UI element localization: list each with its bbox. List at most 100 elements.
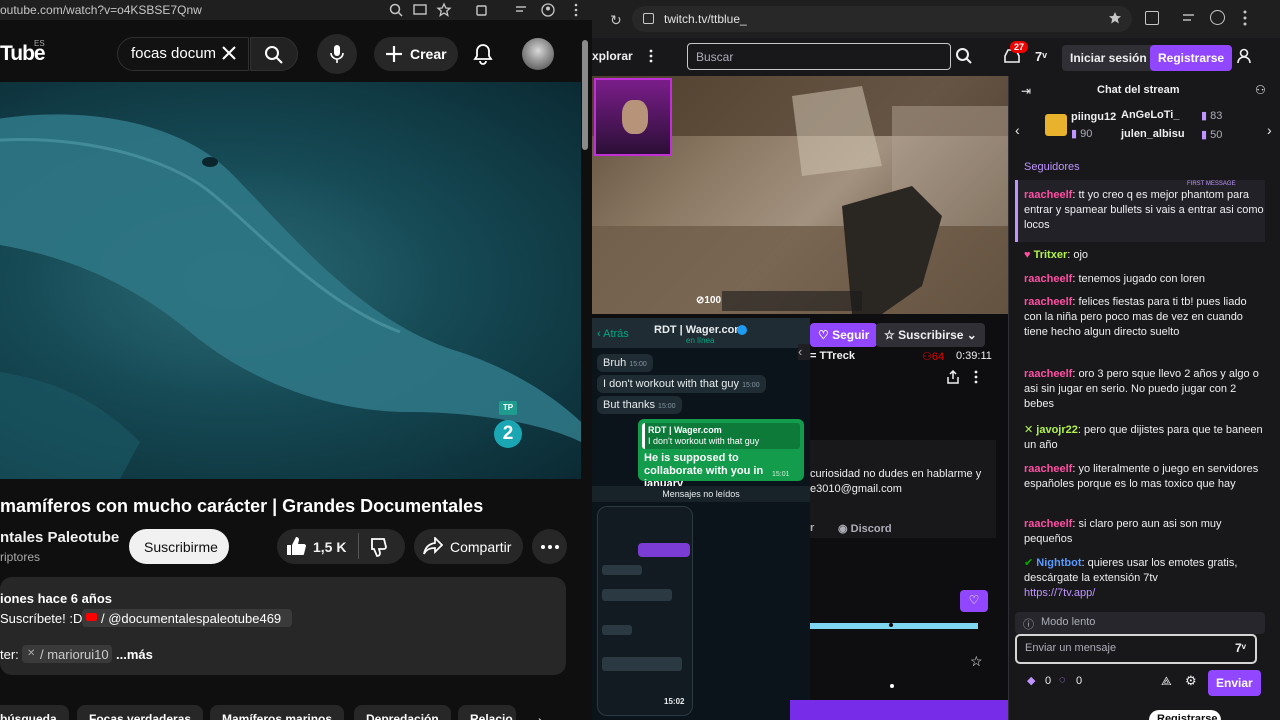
7tv-settings-icon[interactable]: ⟁ [1161, 674, 1172, 689]
site-info-icon[interactable] [643, 13, 654, 24]
carousel-dot[interactable] [890, 684, 894, 688]
gifter-name[interactable]: julen_albisu [1121, 128, 1185, 140]
signup-button[interactable]: Registrarse [1150, 45, 1233, 71]
phone-screenshot-thumbnail[interactable]: 15:02 [597, 506, 693, 716]
about-text-line: curiosidad no dudes en hablarme y [810, 468, 982, 480]
extensions-icon[interactable] [474, 2, 490, 18]
bits-icon[interactable]: ◆ [1027, 674, 1035, 687]
collapse-arrow[interactable]: ‹ [798, 344, 810, 360]
chevron-left-icon[interactable]: ‹ [1015, 122, 1020, 138]
youtube-url[interactable]: outube.com/watch?v=o4KSBSE7Qnw [0, 3, 202, 17]
channel-handle-link[interactable]: / @documentalespaleotube469 [101, 611, 281, 626]
bookmark-star-icon[interactable] [1107, 10, 1123, 26]
search-icon[interactable] [955, 47, 973, 65]
community-icon[interactable]: ⚇ [1255, 83, 1266, 97]
back-button[interactable]: ‹ Atrás [597, 328, 629, 340]
share-button[interactable]: Compartir [414, 529, 523, 564]
chrome-menu-icon[interactable] [1243, 10, 1247, 26]
notifications-bell-icon[interactable] [473, 43, 493, 65]
profile-icon[interactable] [540, 2, 556, 18]
channel-name[interactable]: ntales Paleotube [0, 529, 119, 546]
subscribe-button[interactable]: ☆ Suscribirse ⌄ [876, 323, 985, 347]
chat-username[interactable]: Tritxer [1034, 249, 1068, 261]
gear-icon[interactable]: ⚙ [1185, 673, 1197, 689]
chat-input-placeholder[interactable]: Enviar un mensaje [1025, 642, 1116, 654]
heart-button[interactable]: ♡ [960, 590, 988, 612]
chat-username[interactable]: Nightbot [1036, 557, 1081, 569]
chip-focas-verdaderas[interactable]: Focas verdaderas [77, 705, 204, 720]
search-button[interactable] [250, 37, 298, 71]
chat-link[interactable]: https://7tv.app/ [1024, 586, 1266, 601]
install-icon[interactable] [412, 2, 428, 18]
register-button-bottom[interactable]: Registrarse [1149, 710, 1221, 720]
login-button[interactable]: Iniciar sesión [1062, 45, 1155, 71]
streamer-face [622, 100, 648, 134]
zoom-icon[interactable] [388, 2, 404, 18]
stream-video-player[interactable]: ⊘100 [592, 76, 1008, 314]
contact-name[interactable]: RDT | Wager.com [654, 324, 744, 336]
stream-chat: ⇥ Chat del stream ⚇ ‹ piingu12 ▮ 90 AnGe… [1008, 76, 1280, 720]
7tv-icon[interactable]: 7ᵛ [1035, 49, 1047, 64]
gifter-count: ▮ 50 [1201, 129, 1223, 141]
media-control-icon[interactable] [1182, 11, 1198, 25]
gifter-name[interactable]: AnGeLoTi_ [1121, 109, 1179, 121]
avatar[interactable] [522, 38, 554, 70]
chat-username[interactable]: javojr22 [1036, 424, 1078, 436]
discord-link[interactable]: ◉ Discord [838, 522, 892, 535]
send-button[interactable]: Enviar [1208, 670, 1261, 696]
media-control-icon[interactable] [514, 2, 530, 18]
gifter-count-value: 83 [1210, 110, 1223, 122]
twitch-url[interactable]: twitch.tv/ttblue_ [664, 12, 747, 26]
extensions-icon[interactable] [1145, 11, 1159, 25]
dislike-icon[interactable] [369, 537, 389, 557]
bookmark-star-icon[interactable] [436, 2, 452, 18]
chevron-right-icon[interactable]: › [1267, 122, 1272, 138]
twitch-search-input[interactable]: Buscar [687, 43, 951, 70]
star-icon[interactable]: ☆ [970, 653, 983, 670]
search-input-value[interactable]: focas docum [131, 45, 216, 62]
chat-message: raacheelf: oro 3 pero sque llevo 2 años … [1024, 368, 1259, 410]
chevron-right-icon[interactable]: › [538, 712, 543, 720]
chat-username[interactable]: raacheelf [1024, 518, 1072, 530]
subscribe-button[interactable]: Suscribirme [129, 529, 229, 564]
twitter-handle-link[interactable]: / mariorui10 [40, 647, 109, 662]
description-more[interactable]: ...más [116, 647, 153, 662]
profile-icon[interactable] [1210, 10, 1225, 25]
chat-username[interactable]: raacheelf [1024, 273, 1072, 285]
scrollbar[interactable] [582, 40, 588, 150]
thumb-bubble [638, 543, 690, 557]
reload-icon[interactable]: ↻ [610, 12, 622, 29]
video-player[interactable] [0, 82, 581, 479]
panel-link[interactable]: r [810, 522, 814, 534]
gift-icon [1045, 114, 1067, 136]
like-count[interactable]: 1,5 K [313, 539, 346, 555]
collapse-chat-icon[interactable]: ⇥ [1021, 84, 1031, 98]
user-icon[interactable] [1237, 48, 1251, 64]
carousel-dot[interactable] [889, 623, 893, 627]
chrome-menu-icon[interactable] [568, 2, 584, 18]
like-icon[interactable] [285, 536, 307, 556]
7tv-emote-icon[interactable]: 7ᵛ [1235, 641, 1246, 655]
youtube-region: ES [34, 39, 45, 48]
back-label: Atrás [603, 328, 629, 340]
chat-username[interactable]: raacheelf [1024, 296, 1072, 308]
chip-depredacion[interactable]: Depredación [354, 705, 451, 720]
chip-busqueda[interactable]: búsqueda [0, 705, 69, 720]
gifter-name[interactable]: piingu12 [1071, 111, 1116, 123]
chat-username[interactable]: raacheelf [1024, 189, 1072, 201]
youtube-window: outube.com/watch?v=o4KSBSE7Qnw Tube ES f… [0, 0, 592, 720]
follow-button[interactable]: ♡ Seguir [810, 323, 878, 347]
chip-relacionados[interactable]: Relacio [458, 705, 516, 720]
more-options-icon[interactable] [974, 370, 978, 384]
voice-search-button[interactable] [317, 34, 357, 74]
channel-points-icon[interactable]: ◌ [1059, 674, 1066, 686]
more-actions-button[interactable] [532, 529, 567, 564]
chat-username[interactable]: raacheelf [1024, 463, 1072, 475]
chat-username[interactable]: raacheelf [1024, 368, 1072, 380]
chip-mamiferos-marinos[interactable]: Mamíferos marinos [210, 705, 345, 720]
share-icon[interactable] [947, 370, 959, 384]
explore-link[interactable]: xplorar [592, 49, 633, 63]
clear-search-icon[interactable] [221, 45, 237, 61]
streamer-tag[interactable]: = TTreck [810, 350, 855, 362]
more-menu-icon[interactable] [649, 49, 653, 63]
